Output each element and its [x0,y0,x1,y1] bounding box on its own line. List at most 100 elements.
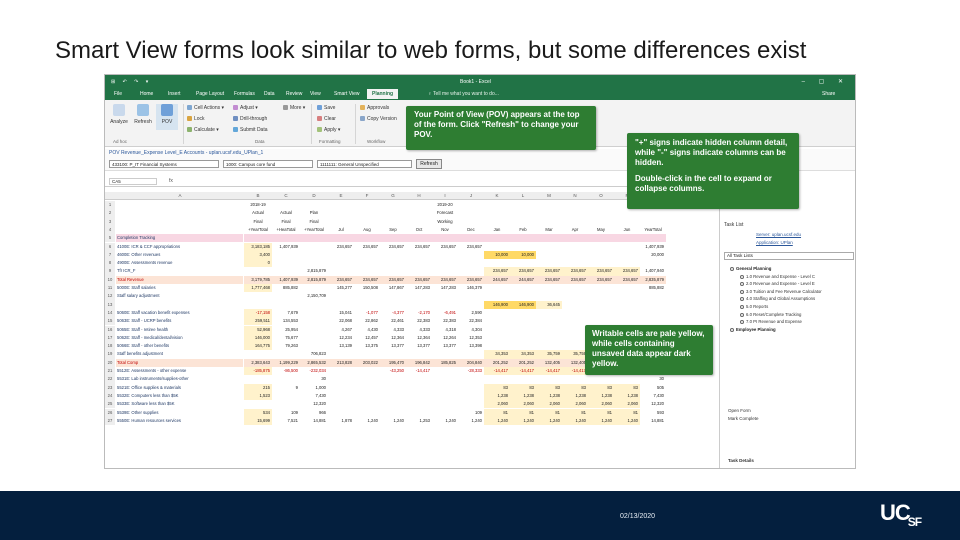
data-cell[interactable] [432,392,458,400]
data-cell[interactable]: 505 [640,384,666,392]
data-cell[interactable] [562,234,588,243]
data-cell[interactable] [300,251,328,259]
data-cell[interactable]: 234,657 [536,275,562,284]
data-cell[interactable]: 12,457 [354,334,380,342]
data-cell[interactable]: 234,657 [328,275,354,284]
mark-complete-link[interactable]: Mark Complete [728,416,759,421]
column-header[interactable]: E [328,193,354,198]
data-cell[interactable] [614,259,640,267]
row-number[interactable]: 26 [105,408,115,417]
data-cell[interactable] [300,317,328,325]
data-cell[interactable]: 7,679 [272,309,300,317]
data-cell[interactable]: 2,060 [588,400,614,409]
data-cell[interactable] [380,409,406,417]
data-cell[interactable] [484,284,510,292]
data-cell[interactable]: 34,353 [510,350,536,359]
data-cell[interactable]: 244,657 [484,275,510,284]
data-cell[interactable]: 83 [562,383,588,392]
data-cell[interactable] [614,375,640,383]
data-cell[interactable] [432,267,458,275]
data-cell[interactable]: 79,263 [272,342,300,350]
data-cell[interactable]: 1,240 [614,416,640,426]
data-cell[interactable]: 2,383,643 [244,358,272,367]
data-cell[interactable] [484,375,510,383]
data-cell[interactable] [406,350,432,358]
data-cell[interactable] [300,326,328,334]
data-cell[interactable]: 81 [614,408,640,417]
data-cell[interactable] [272,259,300,267]
data-cell[interactable]: -1,077 [354,309,380,317]
data-cell[interactable]: 201,252 [510,358,536,367]
tell-me-search[interactable]: ♀ Tell me what you want to do... [427,91,500,97]
data-cell[interactable] [244,400,272,408]
data-cell[interactable] [484,326,510,334]
data-cell[interactable]: 4,267 [328,326,354,334]
clear-button[interactable]: Clear [317,116,336,122]
row-number[interactable]: 11 [105,284,115,293]
cell-actions-button[interactable]: Cell Actions ▾ [187,105,224,111]
tab-page-layout[interactable]: Page Layout [195,91,225,97]
data-cell[interactable]: 2,060 [562,400,588,409]
data-cell[interactable] [354,350,380,358]
data-cell[interactable] [510,317,536,325]
data-cell[interactable]: 213,828 [328,358,354,367]
data-cell[interactable] [300,342,328,350]
data-cell[interactable]: 83 [588,383,614,392]
column-header[interactable]: I [432,193,458,198]
data-cell[interactable] [328,409,354,417]
data-cell[interactable] [640,292,666,300]
data-cell[interactable]: -2,170 [406,309,432,317]
data-cell[interactable]: 15,699 [244,416,272,426]
data-cell[interactable]: 244,657 [510,275,536,284]
data-cell[interactable] [328,392,354,400]
data-cell[interactable] [536,284,562,292]
data-cell[interactable]: 13,398 [458,342,484,350]
data-cell[interactable] [380,350,406,358]
pov-dropdown-3[interactable]: 1111111: General Unspecified [317,160,412,168]
data-cell[interactable]: 234,657 [484,267,510,276]
data-cell[interactable]: -232,034 [300,367,328,375]
data-cell[interactable]: 534 [244,408,272,417]
data-cell[interactable] [244,234,272,243]
data-cell[interactable] [536,342,562,350]
data-cell[interactable]: 109 [272,409,300,417]
data-cell[interactable]: 234,657 [458,243,484,251]
data-cell[interactable] [406,400,432,408]
data-cell[interactable]: 81 [588,408,614,417]
data-cell[interactable]: 147,867 [380,284,406,292]
data-cell[interactable] [380,251,406,259]
data-cell[interactable] [640,234,666,243]
data-cell[interactable] [458,400,484,408]
data-cell[interactable]: 146,000 [244,333,272,343]
data-cell[interactable]: 2,865,532 [300,358,328,367]
row-number[interactable]: 5 [105,234,115,243]
approvals-button[interactable]: Approvals [360,105,389,111]
row-number[interactable]: 4 [105,225,115,235]
data-cell[interactable] [588,234,614,243]
data-cell[interactable] [484,292,510,300]
data-cell[interactable]: -14,417 [536,367,562,376]
data-cell[interactable] [328,251,354,259]
data-cell[interactable] [458,350,484,358]
data-cell[interactable] [432,384,458,392]
data-cell[interactable]: 83 [510,383,536,392]
data-cell[interactable] [458,251,484,259]
data-cell[interactable] [328,259,354,267]
data-cell[interactable] [432,251,458,259]
submit-data-button[interactable]: Submit Data [233,127,268,133]
task-item[interactable]: 2.0 Revenue and Expense - Level E [740,281,815,287]
data-cell[interactable] [328,267,354,275]
data-cell[interactable] [300,284,328,292]
task-item[interactable]: 5.0 Reports [740,304,768,309]
data-cell[interactable] [432,375,458,383]
data-cell[interactable] [406,384,432,392]
data-cell[interactable] [510,334,536,342]
data-cell[interactable] [328,350,354,358]
data-cell[interactable]: 203,022 [354,358,380,367]
data-cell[interactable]: -4,377 [380,309,406,317]
data-cell[interactable] [588,243,614,251]
data-cell[interactable] [328,400,354,408]
data-cell[interactable]: 3,179,785 [244,275,272,284]
data-cell[interactable]: 1,238 [536,391,562,401]
drill-through-button[interactable]: Drill-through [233,116,267,122]
